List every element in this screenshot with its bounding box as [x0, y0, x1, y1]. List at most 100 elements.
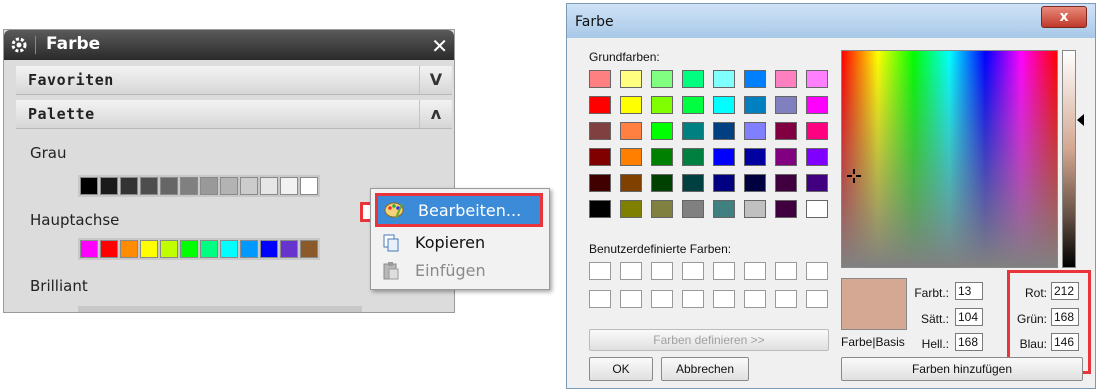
basic-color-swatch[interactable]: [775, 96, 797, 114]
basic-color-swatch[interactable]: [620, 96, 642, 114]
custom-color-swatch[interactable]: [806, 290, 828, 308]
saett-field[interactable]: 104: [955, 308, 983, 326]
basic-color-swatch[interactable]: [682, 148, 704, 166]
luminance-arrow-icon[interactable]: [1077, 114, 1084, 126]
chevron-up-icon[interactable]: ʌ: [419, 100, 452, 128]
basic-color-swatch[interactable]: [620, 148, 642, 166]
basic-color-swatch[interactable]: [589, 122, 611, 140]
basic-color-swatch[interactable]: [682, 174, 704, 192]
basic-color-swatch[interactable]: [744, 122, 766, 140]
menu-item-bearbeiten[interactable]: Bearbeiten...: [375, 193, 543, 227]
color-swatch[interactable]: [180, 177, 198, 195]
basic-color-swatch[interactable]: [775, 174, 797, 192]
color-swatch[interactable]: [240, 240, 258, 258]
color-swatch[interactable]: [300, 240, 318, 258]
basic-color-swatch[interactable]: [806, 122, 828, 140]
basic-color-swatch[interactable]: [806, 174, 828, 192]
basic-color-swatch[interactable]: [682, 122, 704, 140]
basic-color-swatch[interactable]: [713, 148, 735, 166]
cancel-button[interactable]: Abbrechen: [661, 357, 749, 381]
custom-color-swatch[interactable]: [744, 290, 766, 308]
basic-color-swatch[interactable]: [589, 148, 611, 166]
color-swatch[interactable]: [220, 177, 238, 195]
close-button[interactable]: x: [1041, 6, 1087, 28]
custom-color-swatch[interactable]: [589, 290, 611, 308]
color-swatch[interactable]: [80, 240, 98, 258]
add-colors-button[interactable]: Farben hinzufügen: [841, 357, 1083, 381]
basic-color-swatch[interactable]: [713, 96, 735, 114]
basic-color-swatch[interactable]: [682, 70, 704, 88]
basic-color-swatch[interactable]: [806, 70, 828, 88]
color-swatch[interactable]: [120, 240, 138, 258]
basic-color-swatch[interactable]: [651, 70, 673, 88]
color-swatch[interactable]: [300, 177, 318, 195]
basic-color-swatch[interactable]: [620, 70, 642, 88]
custom-color-swatch[interactable]: [682, 262, 704, 280]
basic-color-swatch[interactable]: [589, 96, 611, 114]
basic-color-swatch[interactable]: [651, 122, 673, 140]
basic-color-swatch[interactable]: [713, 174, 735, 192]
basic-color-swatch[interactable]: [744, 96, 766, 114]
basic-color-swatch[interactable]: [744, 148, 766, 166]
custom-color-swatch[interactable]: [682, 290, 704, 308]
basic-color-swatch[interactable]: [713, 200, 735, 218]
basic-color-swatch[interactable]: [651, 174, 673, 192]
basic-color-swatch[interactable]: [651, 96, 673, 114]
basic-color-swatch[interactable]: [775, 122, 797, 140]
basic-color-swatch[interactable]: [620, 122, 642, 140]
custom-color-swatch[interactable]: [744, 262, 766, 280]
basic-color-swatch[interactable]: [713, 70, 735, 88]
define-colors-button[interactable]: Farben definieren >>: [589, 329, 829, 351]
color-swatch[interactable]: [240, 177, 258, 195]
basic-color-swatch[interactable]: [744, 70, 766, 88]
menu-item-einfuegen[interactable]: Einfügen: [375, 257, 543, 285]
menu-item-kopieren[interactable]: Kopieren: [375, 229, 543, 257]
basic-color-swatch[interactable]: [806, 148, 828, 166]
farbt-field[interactable]: 13: [955, 282, 983, 300]
section-palette[interactable]: Palette ʌ: [16, 100, 452, 129]
color-swatch[interactable]: [100, 240, 118, 258]
close-icon[interactable]: ✕: [431, 34, 448, 58]
color-swatch[interactable]: [260, 240, 278, 258]
chevron-down-icon[interactable]: V: [419, 66, 452, 94]
basic-color-swatch[interactable]: [589, 200, 611, 218]
custom-color-swatch[interactable]: [775, 262, 797, 280]
custom-color-swatch[interactable]: [589, 262, 611, 280]
section-favoriten[interactable]: Favoriten V: [16, 66, 452, 95]
basic-color-swatch[interactable]: [806, 96, 828, 114]
color-swatch[interactable]: [200, 240, 218, 258]
custom-color-swatch[interactable]: [775, 290, 797, 308]
gear-icon[interactable]: [10, 36, 28, 54]
basic-color-swatch[interactable]: [651, 200, 673, 218]
color-swatch[interactable]: [260, 177, 278, 195]
custom-color-swatch[interactable]: [806, 262, 828, 280]
color-swatch[interactable]: [160, 177, 178, 195]
custom-color-swatch[interactable]: [620, 262, 642, 280]
color-swatch[interactable]: [120, 177, 138, 195]
custom-color-swatch[interactable]: [713, 262, 735, 280]
basic-color-swatch[interactable]: [806, 200, 828, 218]
color-swatch[interactable]: [140, 240, 158, 258]
custom-color-swatch[interactable]: [651, 290, 673, 308]
hell-field[interactable]: 168: [955, 333, 983, 351]
basic-color-swatch[interactable]: [775, 200, 797, 218]
custom-color-swatch[interactable]: [651, 262, 673, 280]
ok-button[interactable]: OK: [589, 357, 653, 381]
basic-color-swatch[interactable]: [744, 174, 766, 192]
luminance-slider[interactable]: [1062, 50, 1076, 268]
basic-color-swatch[interactable]: [775, 70, 797, 88]
basic-color-swatch[interactable]: [682, 96, 704, 114]
basic-color-swatch[interactable]: [620, 174, 642, 192]
color-swatch[interactable]: [100, 177, 118, 195]
color-swatch[interactable]: [200, 177, 218, 195]
custom-color-swatch[interactable]: [620, 290, 642, 308]
color-swatch[interactable]: [280, 177, 298, 195]
basic-color-swatch[interactable]: [589, 70, 611, 88]
color-spectrum[interactable]: [841, 50, 1058, 268]
basic-color-swatch[interactable]: [620, 200, 642, 218]
color-swatch[interactable]: [180, 240, 198, 258]
basic-color-swatch[interactable]: [744, 200, 766, 218]
custom-color-swatch[interactable]: [713, 290, 735, 308]
basic-color-swatch[interactable]: [589, 174, 611, 192]
color-swatch[interactable]: [280, 240, 298, 258]
